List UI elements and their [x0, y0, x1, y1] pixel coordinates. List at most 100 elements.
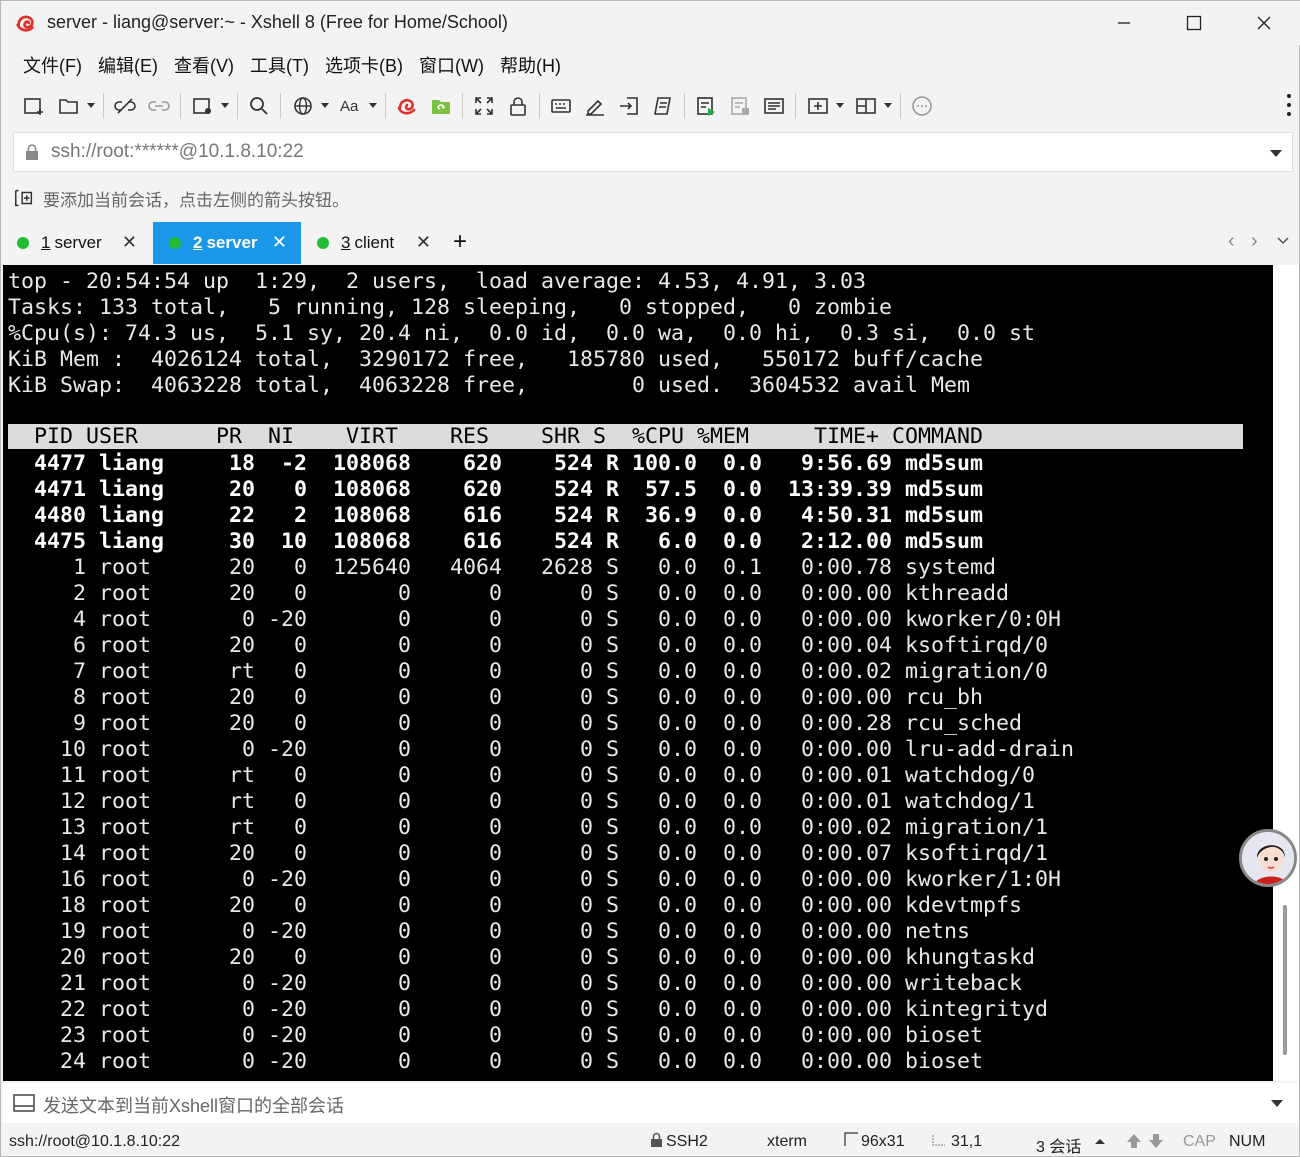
- compose-button[interactable]: [757, 90, 791, 122]
- chat-button[interactable]: [905, 90, 939, 122]
- disconnect-button[interactable]: [108, 90, 142, 122]
- tab-label: client: [354, 233, 395, 252]
- process-row: 4477 liang 18 -2 108068 620 524 R 100.0 …: [8, 451, 984, 476]
- highlight-button[interactable]: [578, 90, 612, 122]
- tab-server-1[interactable]: 1 server ✕: [1, 222, 151, 264]
- minimize-icon: [1118, 22, 1130, 24]
- new-session-icon: [24, 98, 43, 115]
- keyboard-button[interactable]: [544, 90, 578, 122]
- reconnect-button[interactable]: [142, 90, 176, 122]
- terminal-size-icon: [844, 1132, 858, 1146]
- stop-log-button[interactable]: [723, 90, 757, 122]
- layout-button[interactable]: [848, 90, 896, 122]
- tab-number: 1: [41, 233, 51, 252]
- tab-label: server: [206, 233, 258, 252]
- menu-bar: 文件(F) 编辑(E) 查看(V) 工具(T) 选项卡(B) 窗口(W) 帮助(…: [1, 45, 1300, 85]
- globe-icon: [294, 97, 312, 115]
- top-summary-line: %Cpu(s): 74.3 us, 5.1 sy, 20.4 ni, 0.0 i…: [8, 321, 1036, 346]
- lock-icon: [26, 144, 38, 160]
- tab-prev-icon[interactable]: ‹: [1228, 230, 1235, 253]
- process-row: 1 root 20 0 125640 4064 2628 S 0.0 0.1 0…: [8, 555, 997, 580]
- more-options-icon[interactable]: [1285, 91, 1293, 119]
- process-row: 18 root 20 0 0 0 0 S 0.0 0.0 0:00.00 kde…: [8, 893, 1023, 918]
- scroll-down-icon[interactable]: [1147, 1132, 1165, 1150]
- process-row: 19 root 0 -20 0 0 0 S 0.0 0.0 0:00.00 ne…: [8, 919, 971, 944]
- script-button[interactable]: [646, 90, 680, 122]
- compose-icon: [764, 98, 784, 114]
- open-session-button[interactable]: [51, 90, 99, 122]
- process-row: 12 root rt 0 0 0 0 S 0.0 0.0 0:00.01 wat…: [8, 789, 1036, 814]
- chat-icon: [912, 96, 932, 116]
- add-session-icon[interactable]: [13, 187, 35, 209]
- new-tab-group-button[interactable]: [800, 90, 848, 122]
- process-row: 4471 liang 20 0 108068 620 524 R 57.5 0.…: [8, 477, 984, 502]
- font-button[interactable]: Aa: [333, 90, 381, 122]
- status-protocol: SSH2: [666, 1133, 708, 1150]
- menu-tabs[interactable]: 选项卡(B): [317, 48, 411, 82]
- scroll-up-icon[interactable]: [1125, 1132, 1143, 1150]
- terminal-screen[interactable]: top - 20:54:54 up 1:29, 2 users, load av…: [3, 265, 1299, 1081]
- maximize-button[interactable]: [1159, 1, 1229, 45]
- compose-placeholder[interactable]: 发送文本到当前Xshell窗口的全部会话: [43, 1092, 344, 1118]
- assistant-avatar[interactable]: [1239, 829, 1297, 887]
- menu-tools[interactable]: 工具(T): [242, 48, 317, 82]
- fullscreen-button[interactable]: [467, 90, 501, 122]
- add-tab-icon[interactable]: +: [453, 228, 467, 256]
- address-url[interactable]: ssh://root:******@10.1.8.10:22: [51, 141, 304, 163]
- tab-number: 2: [193, 233, 203, 252]
- log-stop-icon: [731, 97, 749, 115]
- address-bar[interactable]: ssh://root:******@10.1.8.10:22: [13, 132, 1293, 172]
- encoding-button[interactable]: [285, 90, 333, 122]
- tab-close-icon[interactable]: ✕: [122, 232, 137, 253]
- top-summary-line: KiB Swap: 4063228 total, 4063228 free, 0…: [8, 373, 971, 398]
- log-start-icon: [697, 97, 715, 116]
- tab-close-icon[interactable]: ✕: [272, 232, 287, 253]
- tab-next-icon[interactable]: ›: [1251, 230, 1258, 253]
- process-row: 4475 liang 30 10 108068 616 524 R 6.0 0.…: [8, 529, 984, 554]
- menu-help[interactable]: 帮助(H): [492, 48, 569, 82]
- top-summary-line: top - 20:54:54 up 1:29, 2 users, load av…: [8, 269, 867, 294]
- connected-status-icon: [317, 237, 329, 249]
- send-to-button[interactable]: [612, 90, 646, 122]
- find-button[interactable]: [242, 90, 276, 122]
- status-sessions[interactable]: 3 会话: [1036, 1133, 1081, 1157]
- connected-status-icon: [169, 237, 181, 249]
- tab-label: server: [54, 233, 102, 252]
- lock-button[interactable]: [501, 90, 535, 122]
- process-row: 8 root 20 0 0 0 0 S 0.0 0.0 0:00.00 rcu_…: [8, 685, 984, 710]
- process-row: 10 root 0 -20 0 0 0 S 0.0 0.0 0:00.00 lr…: [8, 737, 1075, 762]
- connected-status-icon: [17, 237, 29, 249]
- status-size: 96x31: [861, 1133, 905, 1150]
- menu-view[interactable]: 查看(V): [166, 48, 242, 82]
- xftp-button[interactable]: [424, 90, 458, 122]
- address-dropdown-icon[interactable]: [1270, 150, 1282, 157]
- xshell-window: server - liang@server:~ - Xshell 8 (Free…: [0, 0, 1300, 1157]
- xshell-logo-icon: [16, 15, 34, 32]
- lock-icon: [651, 1132, 662, 1147]
- login-icon: [620, 97, 638, 115]
- tab-client-3[interactable]: 3 client ✕: [301, 222, 445, 264]
- toolbar: Aa: [1, 87, 1300, 125]
- top-summary-line: KiB Mem : 4026124 total, 3290172 free, 1…: [8, 347, 984, 372]
- menu-window[interactable]: 窗口(W): [411, 48, 492, 82]
- compose-bar[interactable]: 发送文本到当前Xshell窗口的全部会话: [3, 1083, 1299, 1123]
- new-tab-button[interactable]: [185, 90, 233, 122]
- tab-list-icon[interactable]: [1276, 236, 1290, 246]
- compose-icon: [13, 1094, 35, 1112]
- menu-file[interactable]: 文件(F): [15, 48, 90, 82]
- menu-edit[interactable]: 编辑(E): [90, 48, 166, 82]
- font-icon: Aa: [340, 98, 359, 115]
- start-log-button[interactable]: [689, 90, 723, 122]
- minimize-button[interactable]: [1089, 1, 1159, 45]
- tab-server-2[interactable]: 2 server ✕: [153, 222, 301, 264]
- tab-close-icon[interactable]: ✕: [416, 232, 431, 253]
- close-button[interactable]: [1229, 1, 1299, 45]
- sessions-up-icon[interactable]: [1095, 1138, 1105, 1145]
- process-row: 23 root 0 -20 0 0 0 S 0.0 0.0 0:00.00 bi…: [8, 1023, 984, 1048]
- xshell-button[interactable]: [390, 90, 424, 122]
- compose-dropdown-icon[interactable]: [1271, 1100, 1283, 1107]
- fullscreen-icon: [475, 97, 493, 115]
- process-row: 6 root 20 0 0 0 0 S 0.0 0.0 0:00.04 ksof…: [8, 633, 1049, 658]
- scrollbar-thumb[interactable]: [1283, 905, 1287, 1055]
- new-session-button[interactable]: [17, 90, 51, 122]
